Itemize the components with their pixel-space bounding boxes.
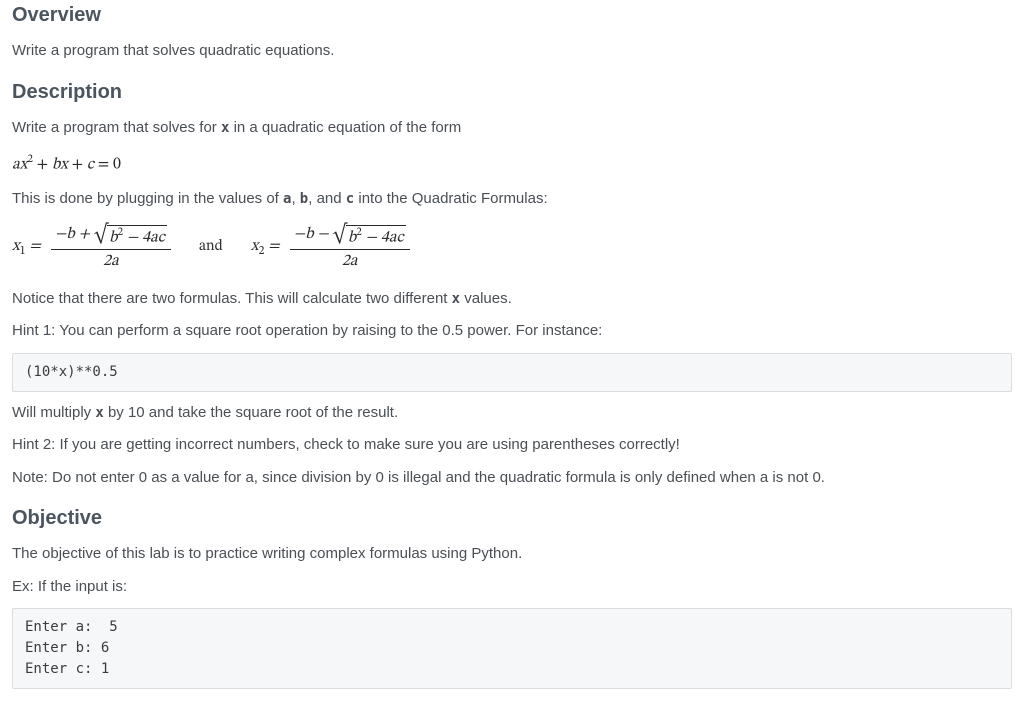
and-separator: and <box>199 236 223 259</box>
code-block-example-io: Enter a: 5 Enter b: 6 Enter c: 1 <box>12 608 1012 689</box>
plus: + <box>68 156 87 172</box>
radicand: b2 − 4ac <box>346 225 406 247</box>
neg-b-plus: −b + <box>55 226 94 242</box>
coef-b: b <box>52 156 60 172</box>
text: in a quadratic equation of the form <box>229 119 461 136</box>
c: c <box>158 229 165 245</box>
a: a <box>150 229 158 245</box>
lhs: x1 = <box>12 234 41 260</box>
denominator: 2a <box>99 252 123 270</box>
text: Write a program that solves for <box>12 119 221 136</box>
numerator: −b + √b2 − 4ac <box>51 225 171 247</box>
var-x: x <box>452 291 460 307</box>
formula-x2: x2 = −b − √b2 − 4ac 2a <box>251 225 410 270</box>
var-x: x <box>95 405 103 421</box>
fraction-bar <box>51 249 171 250</box>
coef-a: a <box>12 156 20 172</box>
text: into the Quadratic Formulas: <box>354 190 547 207</box>
var-x: x <box>12 238 20 254</box>
neg-b-minus: −b − <box>294 226 333 242</box>
two: 2 <box>342 253 350 269</box>
quadratic-formulas: x1 = −b + √b2 − 4ac 2a and x2 = −b − √b2… <box>12 225 1012 270</box>
overview-text: Write a program that solves quadratic eq… <box>12 40 1012 63</box>
numerator: −b − √b2 − 4ac <box>290 225 410 247</box>
equals-zero: = 0 <box>94 156 121 172</box>
denominator: 2a <box>338 252 362 270</box>
c: c <box>396 229 403 245</box>
text: This is done by plugging in the values o… <box>12 190 283 207</box>
minus-4: − 4 <box>123 229 150 245</box>
fraction: −b + √b2 − 4ac 2a <box>51 225 171 270</box>
plugging-text: This is done by plugging in the values o… <box>12 188 1012 211</box>
equation-standard-form: ax2 + bx + c = 0 <box>12 151 1012 176</box>
text: Will multiply <box>12 404 95 421</box>
example-label: Ex: If the input is: <box>12 576 1012 599</box>
fraction-bar <box>290 249 410 250</box>
a: a <box>111 253 119 269</box>
var-x: x <box>60 156 68 172</box>
heading-description: Description <box>12 77 1012 107</box>
equals: = <box>264 238 279 254</box>
equals: = <box>26 238 41 254</box>
b: b <box>348 229 356 245</box>
fraction: −b − √b2 − 4ac 2a <box>290 225 410 270</box>
will-multiply-text: Will multiply x by 10 and take the squar… <box>12 402 1012 425</box>
sqrt: √b2 − 4ac <box>333 225 406 247</box>
text: Notice that there are two formulas. This… <box>12 290 452 307</box>
note-text: Note: Do not enter 0 as a value for a, s… <box>12 467 1012 490</box>
code-block-sqrt: (10*x)**0.5 <box>12 353 1012 392</box>
sqrt: √b2 − 4ac <box>94 225 167 247</box>
heading-objective: Objective <box>12 503 1012 533</box>
two: 2 <box>103 253 111 269</box>
minus-4: − 4 <box>362 229 389 245</box>
radicand: b2 − 4ac <box>107 225 167 247</box>
text: , and <box>308 190 346 207</box>
var-c: c <box>346 191 354 207</box>
plus: + <box>33 156 52 172</box>
objective-text: The objective of this lab is to practice… <box>12 543 1012 566</box>
var-b: b <box>300 191 308 207</box>
lhs: x2 = <box>251 234 280 260</box>
notice-text: Notice that there are two formulas. This… <box>12 288 1012 311</box>
formula-x1: x1 = −b + √b2 − 4ac 2a <box>12 225 171 270</box>
text: , <box>291 190 299 207</box>
radical-icon: √ <box>333 226 347 244</box>
text: by 10 and take the square root of the re… <box>104 404 398 421</box>
radical-icon: √ <box>94 226 108 244</box>
hint-2: Hint 2: If you are getting incorrect num… <box>12 434 1012 457</box>
description-lead: Write a program that solves for x in a q… <box>12 117 1012 140</box>
document-body: Overview Write a program that solves qua… <box>0 0 1024 711</box>
a: a <box>350 253 358 269</box>
coef-c: c <box>87 156 94 172</box>
hint-1: Hint 1: You can perform a square root op… <box>12 320 1012 343</box>
text: values. <box>460 290 512 307</box>
heading-overview: Overview <box>12 0 1012 30</box>
